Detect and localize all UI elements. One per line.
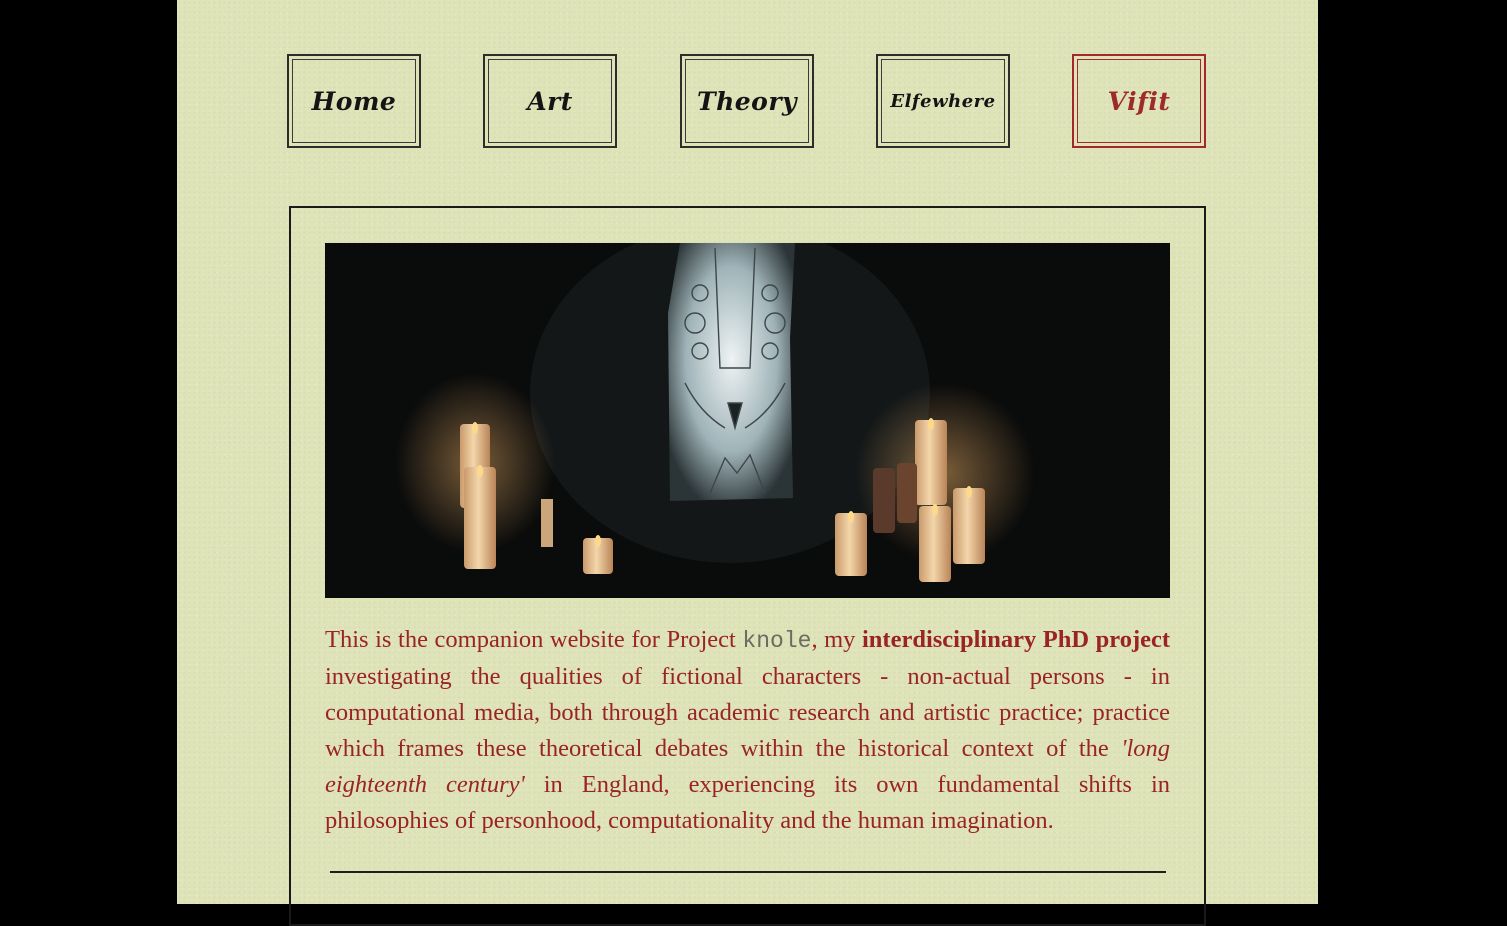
nav-art-button[interactable]: Art [483,54,617,148]
intro-lead-text: This is the companion website for Projec… [325,626,743,653]
nav-visit-button[interactable]: Vifit [1072,54,1206,148]
nav-theory-button[interactable]: Theory [680,54,814,148]
nav-elsewhere-button[interactable]: Elfewhere [876,54,1010,148]
section-divider [330,871,1166,873]
intro-bold-text: interdisciplinary PhD project [862,626,1171,653]
hero-image [325,243,1170,598]
nav-home-button[interactable]: Home [287,54,421,148]
intro-paragraph: This is the companion website for Projec… [325,622,1170,839]
project-name: knole [742,628,812,654]
candle-altar-illustration [325,243,1170,598]
intro-middle-text: investigating the qualities of fictional… [325,663,1170,762]
intro-after-name-text: , my [811,626,862,653]
